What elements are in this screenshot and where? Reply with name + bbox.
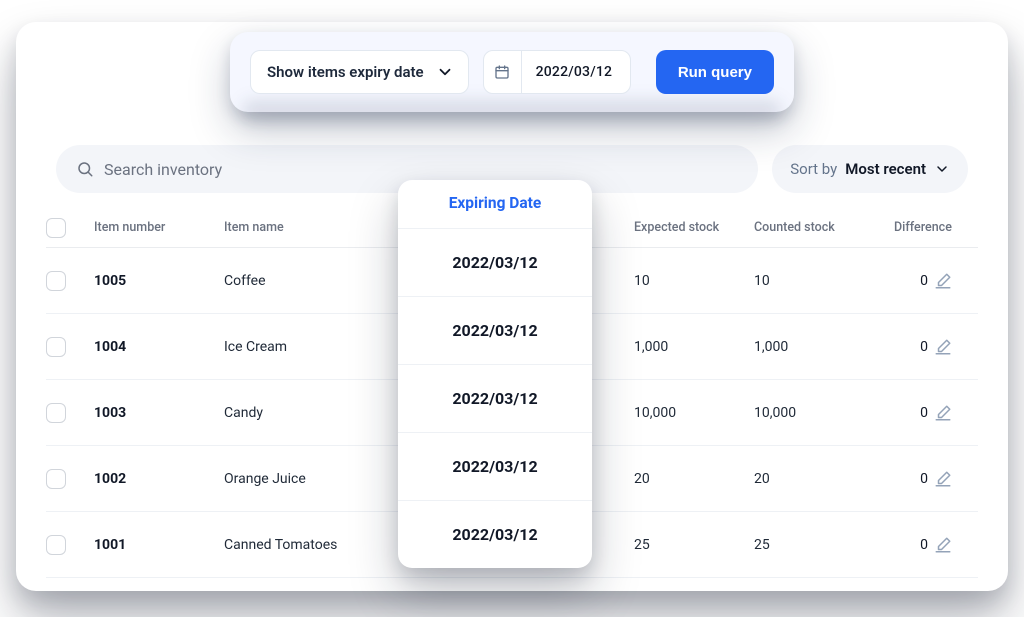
cell-item-name: Coffee	[224, 273, 414, 289]
select-all-checkbox[interactable]	[46, 218, 94, 238]
row-checkbox[interactable]	[46, 271, 94, 291]
run-query-label: Run query	[678, 64, 752, 81]
sort-dropdown[interactable]: Sort by Most recent	[772, 145, 968, 193]
expiring-date-cell: 2022/03/12	[398, 296, 592, 364]
cell-item-name: Orange Juice	[224, 471, 414, 487]
col-difference: Difference	[894, 220, 958, 235]
expiring-date-cell: 2022/03/12	[398, 364, 592, 432]
row-checkbox[interactable]	[46, 469, 94, 489]
edit-row-button[interactable]	[934, 272, 978, 290]
row-checkbox[interactable]	[46, 535, 94, 555]
cell-expected: 1,000	[634, 339, 754, 355]
edit-row-button[interactable]	[934, 404, 978, 422]
cell-counted: 25	[754, 537, 894, 553]
date-value: 2022/03/12	[522, 64, 631, 80]
cell-item-number: 1002	[94, 471, 224, 487]
cell-counted: 10	[754, 273, 894, 289]
cell-expected: 10,000	[634, 405, 754, 421]
cell-difference: 0	[894, 273, 934, 289]
cell-item-name: Ice Cream	[224, 339, 414, 355]
col-item-name: Item name	[224, 220, 414, 235]
calendar-icon	[484, 51, 522, 93]
cell-item-number: 1005	[94, 273, 224, 289]
search-placeholder: Search inventory	[104, 160, 222, 179]
expiring-date-title: Expiring Date	[398, 180, 592, 228]
cell-item-name: Candy	[224, 405, 414, 421]
cell-counted: 1,000	[754, 339, 894, 355]
query-bar: Show items expiry date 2022/03/12 Run qu…	[230, 32, 794, 112]
run-query-button[interactable]: Run query	[656, 50, 774, 94]
cell-difference: 0	[894, 537, 934, 553]
row-checkbox[interactable]	[46, 403, 94, 423]
date-input[interactable]: 2022/03/12	[483, 50, 632, 94]
chevron-down-icon	[934, 161, 950, 177]
expiring-date-cell: 2022/03/12	[398, 228, 592, 296]
edit-row-button[interactable]	[934, 338, 978, 356]
sort-label: Sort by	[790, 160, 837, 178]
cell-expected: 10	[634, 273, 754, 289]
col-expected: Expected stock	[634, 220, 754, 235]
cell-item-number: 1004	[94, 339, 224, 355]
expiring-date-cell: 2022/03/12	[398, 432, 592, 500]
cell-item-number: 1001	[94, 537, 224, 553]
sort-value: Most recent	[845, 160, 926, 178]
row-checkbox[interactable]	[46, 337, 94, 357]
cell-expected: 20	[634, 471, 754, 487]
col-item-number: Item number	[94, 220, 224, 235]
select-label: Show items expiry date	[267, 63, 424, 81]
col-counted: Counted stock	[754, 220, 894, 235]
cell-counted: 20	[754, 471, 894, 487]
cell-item-name: Canned Tomatoes	[224, 537, 414, 553]
expiring-date-cell: 2022/03/12	[398, 500, 592, 568]
show-items-select[interactable]: Show items expiry date	[250, 50, 469, 94]
cell-difference: 0	[894, 471, 934, 487]
cell-difference: 0	[894, 405, 934, 421]
cell-expected: 25	[634, 537, 754, 553]
edit-row-button[interactable]	[934, 470, 978, 488]
search-icon	[76, 160, 94, 178]
cell-item-number: 1003	[94, 405, 224, 421]
edit-row-button[interactable]	[934, 536, 978, 554]
cell-difference: 0	[894, 339, 934, 355]
expiring-date-popover: Expiring Date 2022/03/122022/03/122022/0…	[398, 180, 592, 568]
chevron-down-icon	[436, 63, 454, 81]
cell-counted: 10,000	[754, 405, 894, 421]
